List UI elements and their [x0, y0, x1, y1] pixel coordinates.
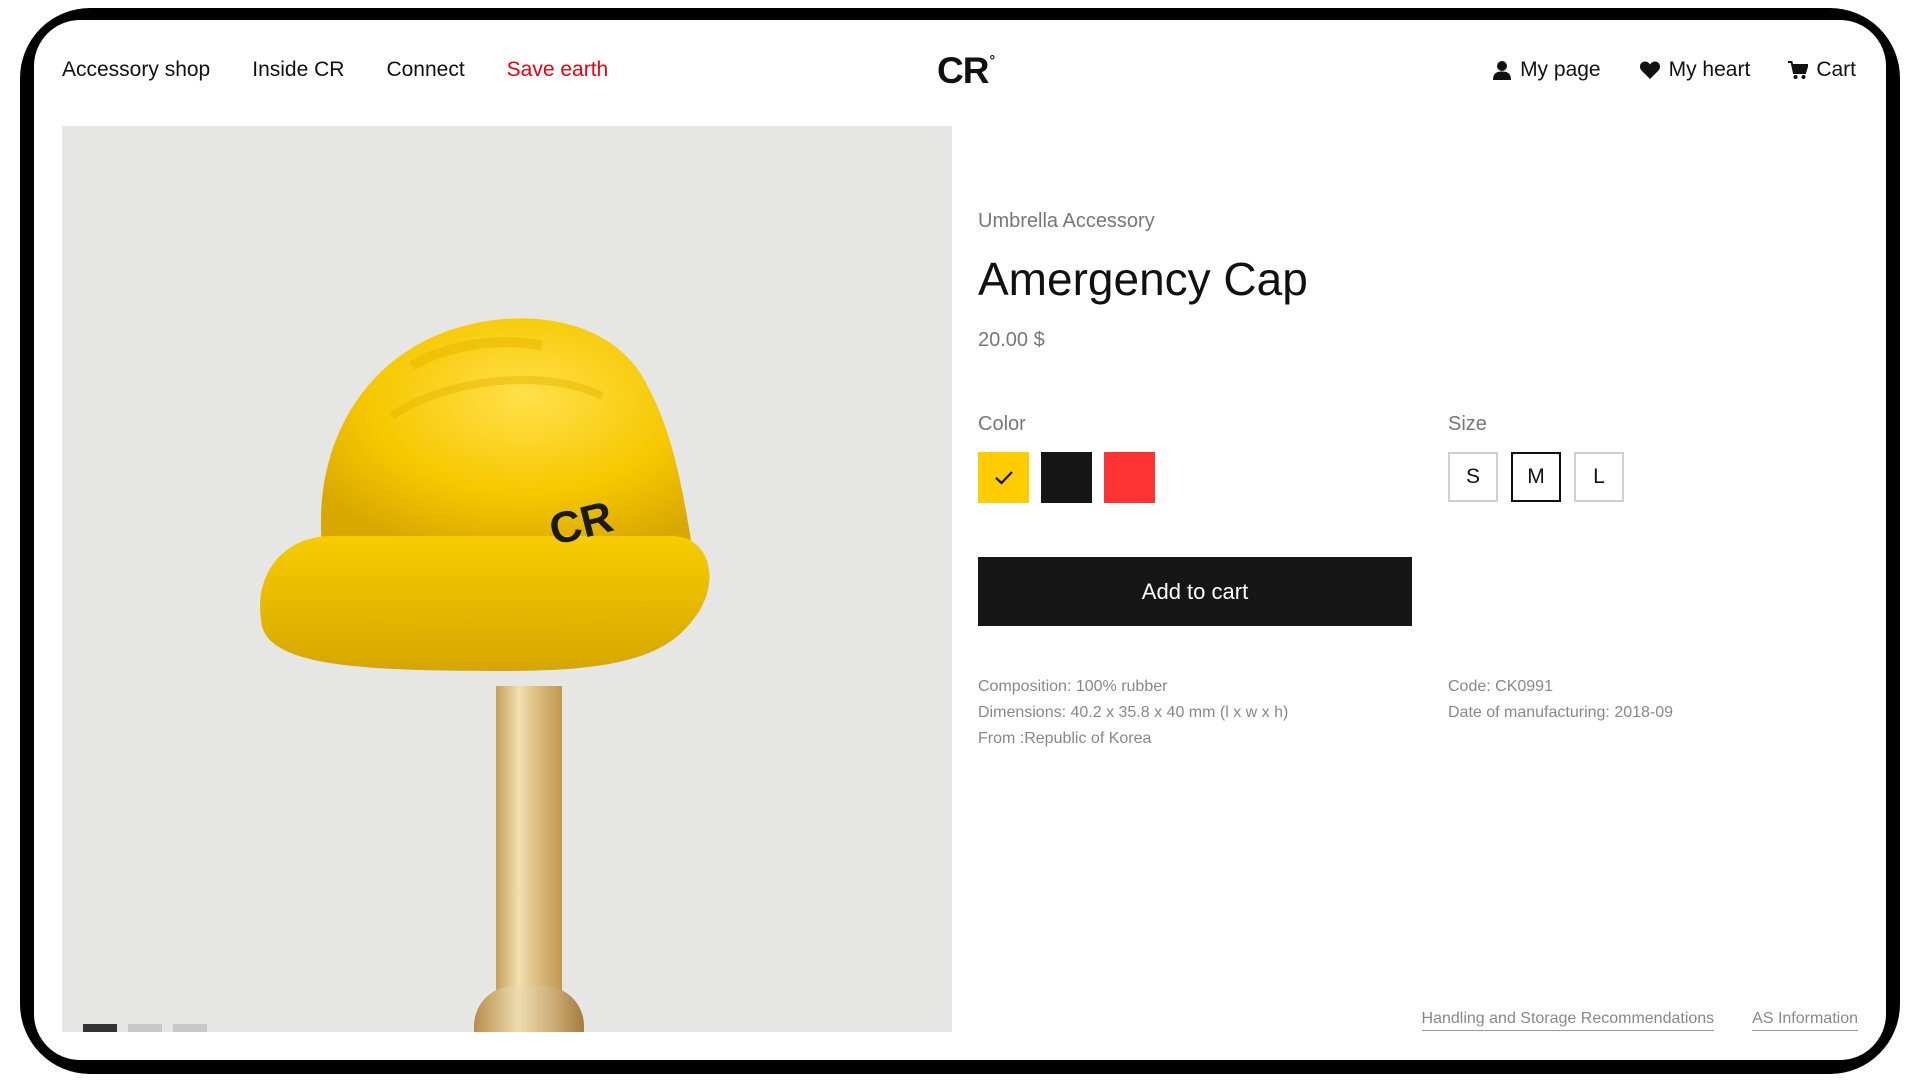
- product-details: Umbrella Accessory Amergency Cap 20.00 $…: [978, 20, 1858, 1060]
- size-s-button[interactable]: S: [1448, 452, 1498, 502]
- main-nav: Accessory shop Inside CR Connect Save ea…: [62, 58, 608, 82]
- as-information-link[interactable]: AS Information: [1752, 1010, 1858, 1031]
- color-swatch-black[interactable]: [1041, 452, 1092, 503]
- color-label: Color: [978, 413, 1026, 435]
- spec-manufacturing-date: Date of manufacturing: 2018-09: [1448, 704, 1674, 721]
- check-icon: [994, 470, 1013, 485]
- slide-indicator: [83, 1024, 207, 1032]
- specs-left: Composition: 100% rubber Dimensions: 40.…: [978, 674, 1288, 752]
- product-image[interactable]: CR: [62, 126, 952, 1032]
- size-m-button[interactable]: M: [1511, 452, 1561, 502]
- add-to-cart-button[interactable]: Add to cart: [978, 557, 1412, 626]
- spec-dimensions: Dimensions: 40.2 x 35.8 x 40 mm (l x w x…: [978, 704, 1289, 721]
- hard-hat-image: CR: [260, 318, 710, 671]
- slide-dot-1[interactable]: [83, 1024, 117, 1032]
- size-label: Size: [1448, 413, 1487, 435]
- nav-accessory-shop[interactable]: Accessory shop: [62, 58, 210, 82]
- screen: Accessory shop Inside CR Connect Save ea…: [34, 20, 1886, 1060]
- nav-save-earth[interactable]: Save earth: [507, 58, 609, 82]
- spec-composition: Composition: 100% rubber: [978, 678, 1168, 695]
- product-title: Amergency Cap: [978, 253, 1308, 305]
- color-options: [978, 452, 1155, 503]
- color-swatch-red[interactable]: [1104, 452, 1155, 503]
- color-swatch-yellow[interactable]: [978, 452, 1029, 503]
- size-l-button[interactable]: L: [1574, 452, 1624, 502]
- slide-dot-2[interactable]: [128, 1024, 162, 1032]
- umbrella-shaft: [496, 686, 562, 1032]
- footer-links: Handling and Storage Recommendations AS …: [1421, 1010, 1858, 1031]
- slide-dot-3[interactable]: [173, 1024, 207, 1032]
- specs-right: Code: CK0991 Date of manufacturing: 2018…: [1448, 674, 1673, 726]
- product-price: 20.00 $: [978, 329, 1045, 351]
- size-options: S M L: [1448, 452, 1624, 502]
- product-category: Umbrella Accessory: [978, 210, 1155, 232]
- umbrella-tip: [474, 986, 584, 1032]
- nav-connect[interactable]: Connect: [386, 58, 464, 82]
- spec-origin: From :Republic of Korea: [978, 730, 1152, 747]
- nav-inside-cr[interactable]: Inside CR: [252, 58, 344, 82]
- handling-storage-link[interactable]: Handling and Storage Recommendations: [1421, 1010, 1715, 1031]
- spec-code: Code: CK0991: [1448, 678, 1553, 695]
